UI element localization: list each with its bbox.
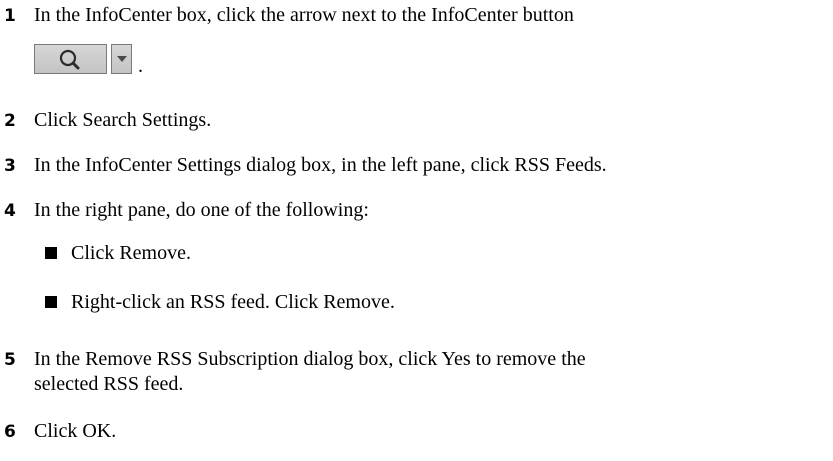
bullet-marker bbox=[45, 296, 57, 308]
infocenter-button[interactable] bbox=[34, 44, 107, 74]
step-text-line-2: selected RSS feed. bbox=[34, 373, 184, 395]
bullet-marker bbox=[45, 247, 57, 259]
step-text: In the right pane, do one of the followi… bbox=[34, 199, 369, 221]
step-number: 1 bbox=[4, 6, 16, 26]
step-number: 6 bbox=[4, 422, 16, 442]
step-number: 3 bbox=[4, 156, 16, 176]
step-number: 4 bbox=[4, 201, 16, 221]
infocenter-arrow-button[interactable] bbox=[111, 44, 132, 74]
step-text: Click Search Settings. bbox=[34, 109, 212, 131]
step-text-line-1: In the Remove RSS Subscription dialog bo… bbox=[34, 348, 586, 370]
magnifier-icon bbox=[59, 49, 80, 70]
step-text: Click OK. bbox=[34, 420, 117, 442]
step-number: 5 bbox=[4, 350, 16, 370]
step-number: 2 bbox=[4, 111, 16, 131]
bullet-text: Right-click an RSS feed. Click Remove. bbox=[71, 291, 395, 313]
bullet-text: Click Remove. bbox=[71, 242, 191, 264]
step-text-period: . bbox=[138, 55, 143, 77]
infocenter-split-button[interactable] bbox=[34, 44, 132, 74]
chevron-down-icon bbox=[117, 56, 127, 62]
step-text: In the InfoCenter box, click the arrow n… bbox=[34, 4, 574, 26]
step-text: In the InfoCenter Settings dialog box, i… bbox=[34, 154, 607, 176]
